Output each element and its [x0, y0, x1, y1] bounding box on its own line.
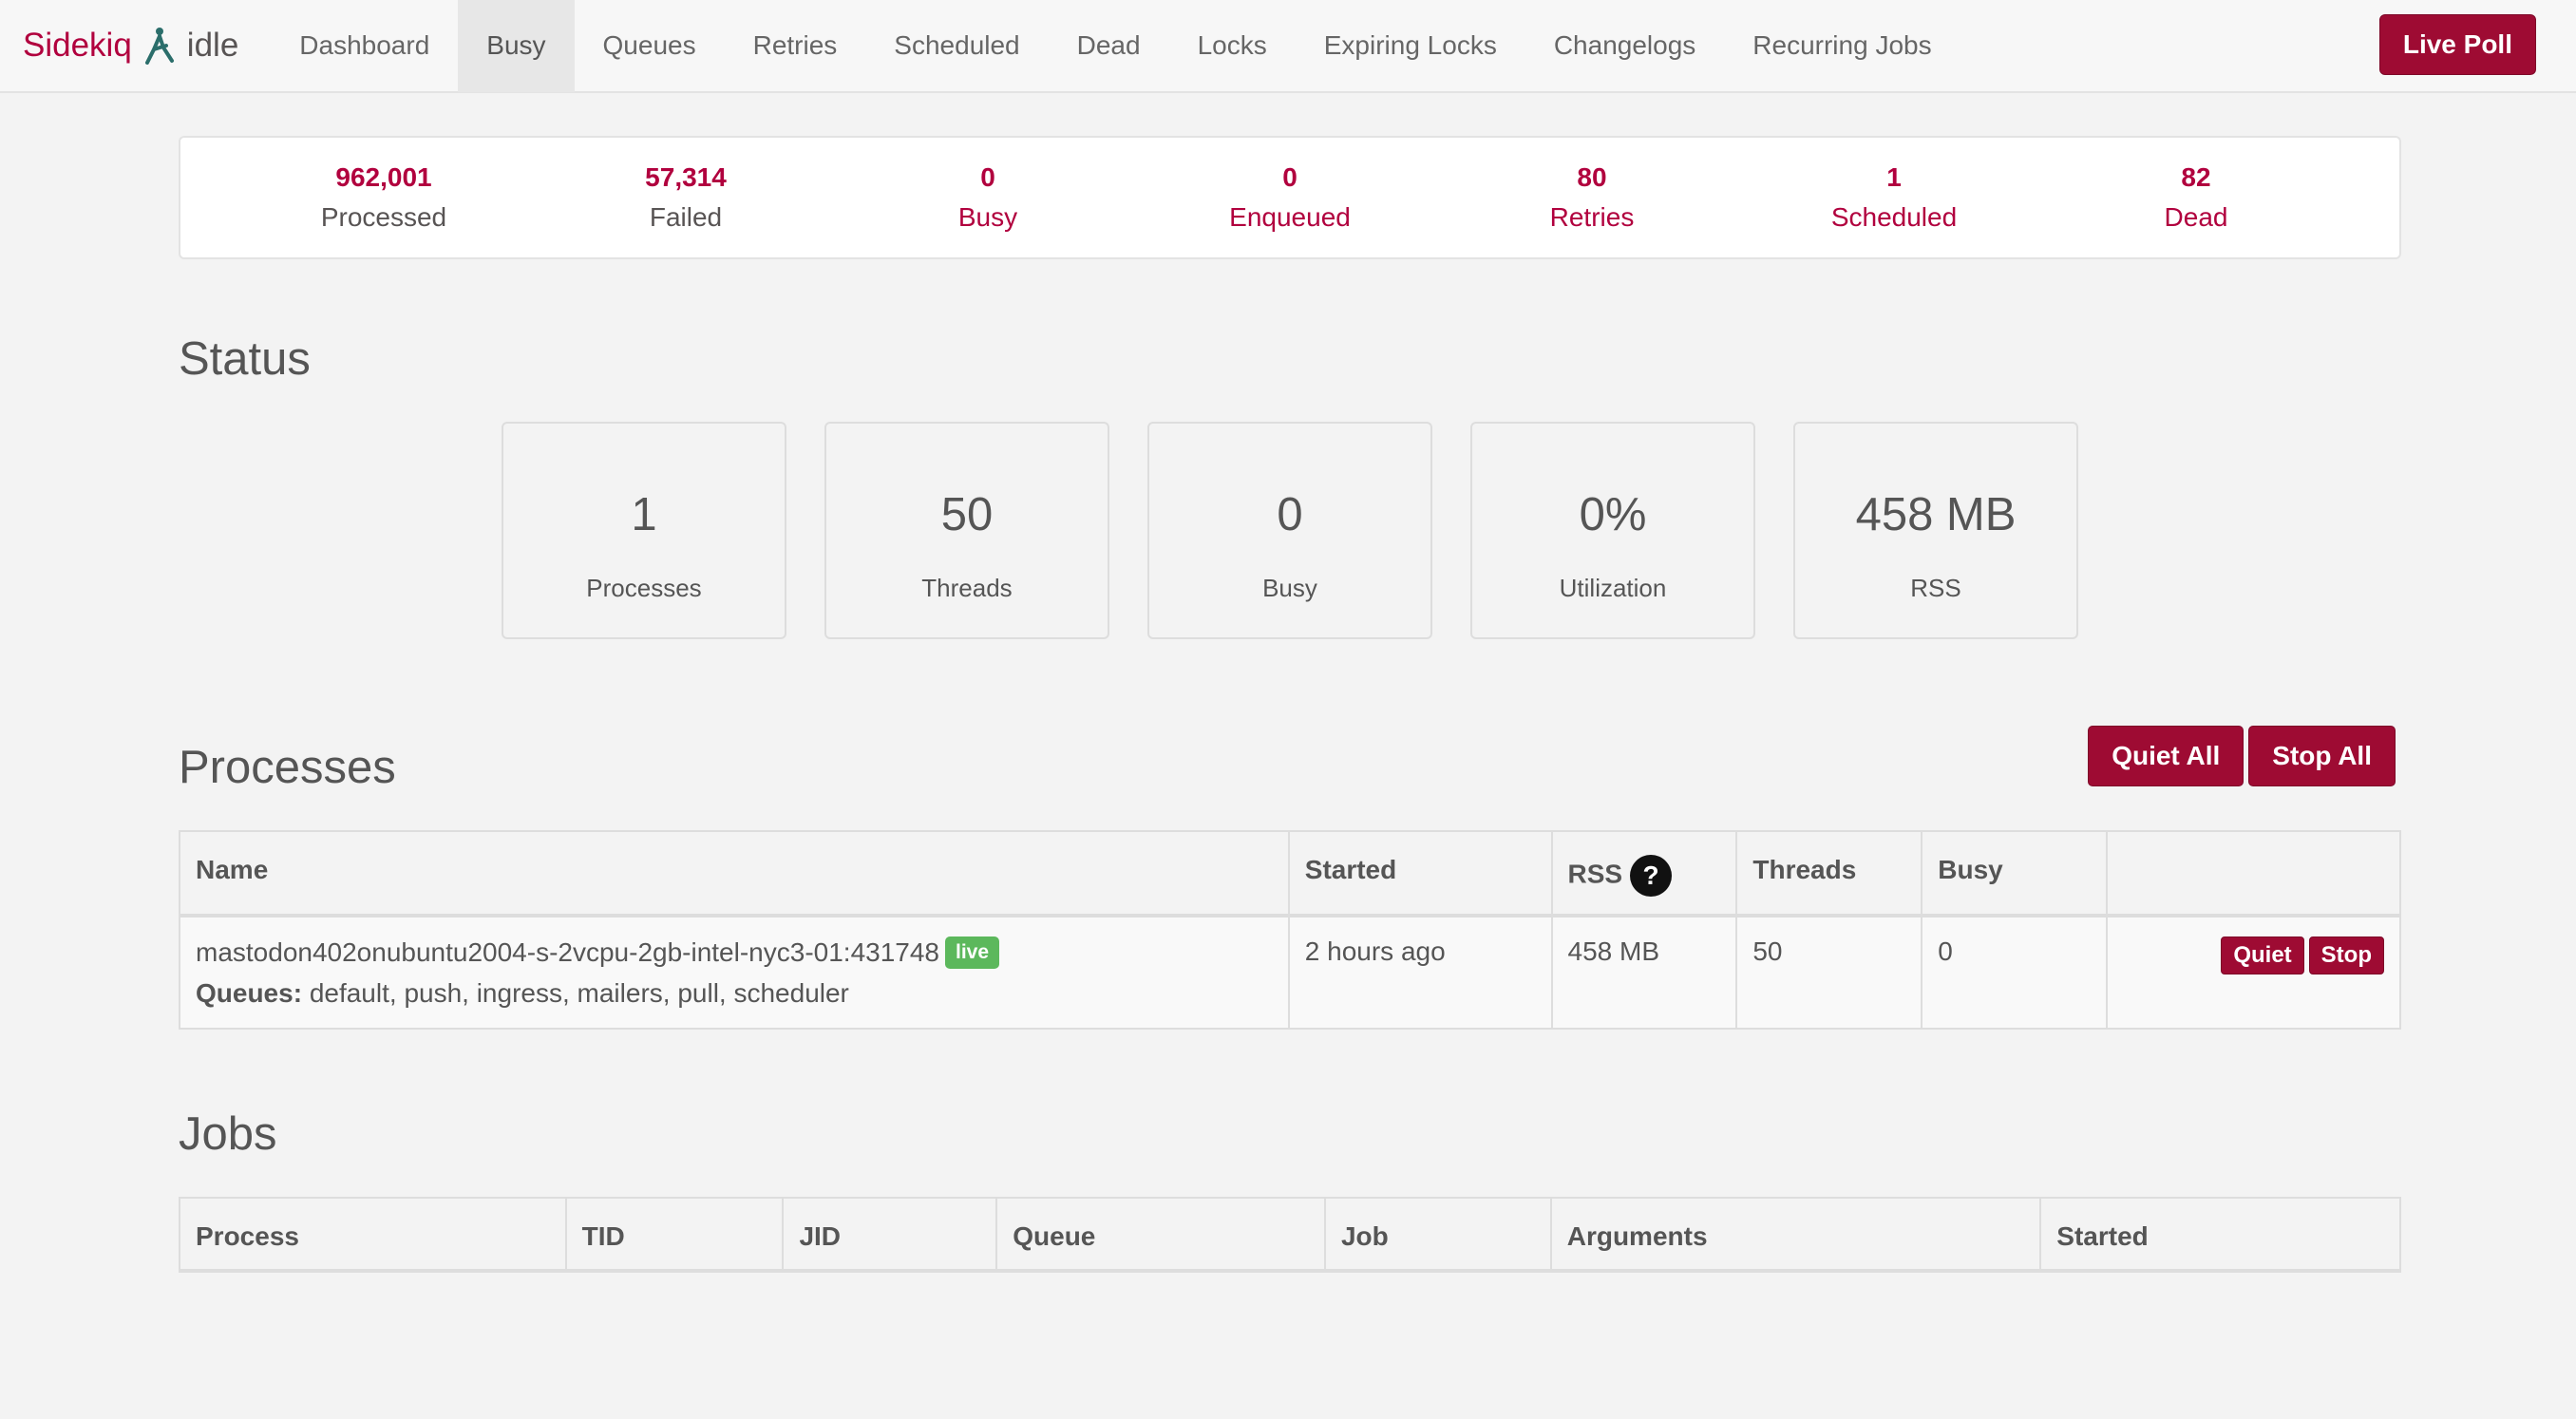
- process-rss: 458 MB: [1550, 915, 1738, 1030]
- quiet-all-button[interactable]: Quiet All: [2088, 726, 2245, 786]
- table-header-row: Process TID JID Queue Job Arguments Star…: [179, 1197, 2401, 1273]
- col-job: Job: [1323, 1197, 1552, 1273]
- nav-queues[interactable]: Queues: [575, 0, 725, 92]
- stat-value: 458 MB: [1855, 489, 2017, 540]
- summary-count: 57,314: [645, 162, 727, 192]
- summary-busy[interactable]: 0 Busy: [837, 138, 1139, 257]
- quiet-button[interactable]: Quiet: [2221, 937, 2304, 974]
- summary-count: 1: [1886, 162, 1902, 192]
- stat-card-utilization: 0% Utilization: [1470, 422, 1755, 639]
- stat-value: 0%: [1579, 489, 1647, 540]
- summary-enqueued[interactable]: 0 Enqueued: [1139, 138, 1441, 257]
- status-heading: Status: [179, 333, 311, 385]
- nav-locks[interactable]: Locks: [1169, 0, 1296, 92]
- jobs-heading: Jobs: [179, 1108, 277, 1160]
- nav-scheduled[interactable]: Scheduled: [865, 0, 1048, 92]
- col-started: Started: [2039, 1197, 2401, 1273]
- col-tid: TID: [564, 1197, 785, 1273]
- stop-button[interactable]: Stop: [2308, 937, 2384, 974]
- summary-processed[interactable]: 962,001 Processed: [233, 138, 535, 257]
- nav-links: Dashboard Busy Queues Retries Scheduled …: [271, 0, 1960, 92]
- nav-busy[interactable]: Busy: [458, 0, 575, 92]
- processes-heading: Processes: [179, 742, 396, 793]
- summary-count: 82: [2181, 162, 2211, 192]
- col-busy: Busy: [1921, 830, 2109, 918]
- stat-label: Utilization: [1559, 574, 1667, 602]
- col-jid: JID: [782, 1197, 998, 1273]
- brand-name: Sidekiq: [23, 27, 132, 64]
- nav-dead[interactable]: Dead: [1049, 0, 1169, 92]
- stat-value: 0: [1277, 489, 1303, 540]
- process-actions-cell: Quiet Stop: [2106, 915, 2401, 1030]
- status-cards: 1 Processes 50 Threads 0 Busy 0% Utiliza…: [502, 422, 2078, 639]
- col-rss: RSS?: [1550, 830, 1738, 918]
- summary-count: 80: [1577, 162, 1607, 192]
- live-poll-button[interactable]: Live Poll: [2378, 14, 2536, 75]
- process-name-cell: mastodon402onubuntu2004-s-2vcpu-2gb-inte…: [179, 915, 1290, 1030]
- queues-label: Queues:: [196, 978, 303, 1008]
- col-rss-label: RSS: [1567, 859, 1623, 889]
- col-actions: [2106, 830, 2401, 918]
- summary-count: 0: [980, 162, 995, 192]
- stat-value: 50: [940, 489, 994, 540]
- process-started: 2 hours ago: [1287, 915, 1553, 1030]
- processes-table: Name Started RSS? Threads Busy mastodon4…: [179, 830, 2401, 1030]
- brand[interactable]: Sidekiq idle: [23, 0, 238, 92]
- summary-label: Failed: [649, 202, 723, 232]
- stat-label: Processes: [586, 574, 702, 602]
- summary-label[interactable]: Dead: [2165, 202, 2228, 233]
- process-actions: Quiet All Stop All: [2088, 726, 2396, 786]
- col-started: Started: [1287, 830, 1553, 918]
- help-icon[interactable]: ?: [1630, 855, 1673, 897]
- col-name: Name: [179, 830, 1290, 918]
- stat-card-rss: 458 MB RSS: [1793, 422, 2078, 639]
- summary-count: 0: [1282, 162, 1297, 192]
- summary-label: Processed: [320, 202, 447, 232]
- sidekiq-logo-icon: [144, 28, 174, 65]
- summary-label[interactable]: Retries: [1550, 202, 1635, 233]
- stat-label: Busy: [1262, 574, 1317, 602]
- col-queue: Queue: [995, 1197, 1326, 1273]
- summary-scheduled[interactable]: 1 Scheduled: [1743, 138, 2045, 257]
- col-arguments: Arguments: [1549, 1197, 2042, 1273]
- summary-count: 962,001: [335, 162, 432, 192]
- stat-card-busy: 0 Busy: [1147, 422, 1432, 639]
- stat-card-threads: 50 Threads: [824, 422, 1109, 639]
- stat-label: Threads: [921, 574, 1013, 602]
- stat-card-processes: 1 Processes: [502, 422, 786, 639]
- summary-label[interactable]: Enqueued: [1229, 202, 1351, 233]
- jobs-table: Process TID JID Queue Job Arguments Star…: [179, 1197, 2401, 1273]
- process-name: mastodon402onubuntu2004-s-2vcpu-2gb-inte…: [196, 937, 940, 967]
- stat-label: RSS: [1910, 574, 1961, 602]
- row-actions: Quiet Stop: [2123, 937, 2384, 974]
- live-badge: live: [945, 937, 1000, 969]
- navbar: Sidekiq idle Dashboard Busy Queues Retri…: [0, 0, 2576, 93]
- nav-changelogs[interactable]: Changelogs: [1525, 0, 1724, 92]
- summary-label[interactable]: Busy: [958, 202, 1017, 233]
- stat-value: 1: [631, 489, 657, 540]
- stop-all-button[interactable]: Stop All: [2248, 726, 2396, 786]
- nav-dashboard[interactable]: Dashboard: [271, 0, 458, 92]
- nav-recurring-jobs[interactable]: Recurring Jobs: [1724, 0, 1960, 92]
- process-busy: 0: [1921, 915, 2109, 1030]
- col-process: Process: [179, 1197, 567, 1273]
- brand-status: idle: [186, 27, 239, 64]
- table-header-row: Name Started RSS? Threads Busy: [179, 830, 2401, 918]
- summary-bar: 962,001 Processed 57,314 Failed 0 Busy 0…: [179, 136, 2401, 259]
- summary-label[interactable]: Scheduled: [1831, 202, 1957, 233]
- summary-retries[interactable]: 80 Retries: [1441, 138, 1743, 257]
- process-queues: Queues: default, push, ingress, mailers,…: [196, 978, 1273, 1009]
- summary-failed[interactable]: 57,314 Failed: [535, 138, 837, 257]
- col-threads: Threads: [1735, 830, 1923, 918]
- queues-list: default, push, ingress, mailers, pull, s…: [309, 978, 849, 1008]
- process-threads: 50: [1735, 915, 1923, 1030]
- nav-retries[interactable]: Retries: [725, 0, 866, 92]
- summary-dead[interactable]: 82 Dead: [2045, 138, 2347, 257]
- table-row: mastodon402onubuntu2004-s-2vcpu-2gb-inte…: [179, 915, 2401, 1030]
- nav-expiring-locks[interactable]: Expiring Locks: [1296, 0, 1525, 92]
